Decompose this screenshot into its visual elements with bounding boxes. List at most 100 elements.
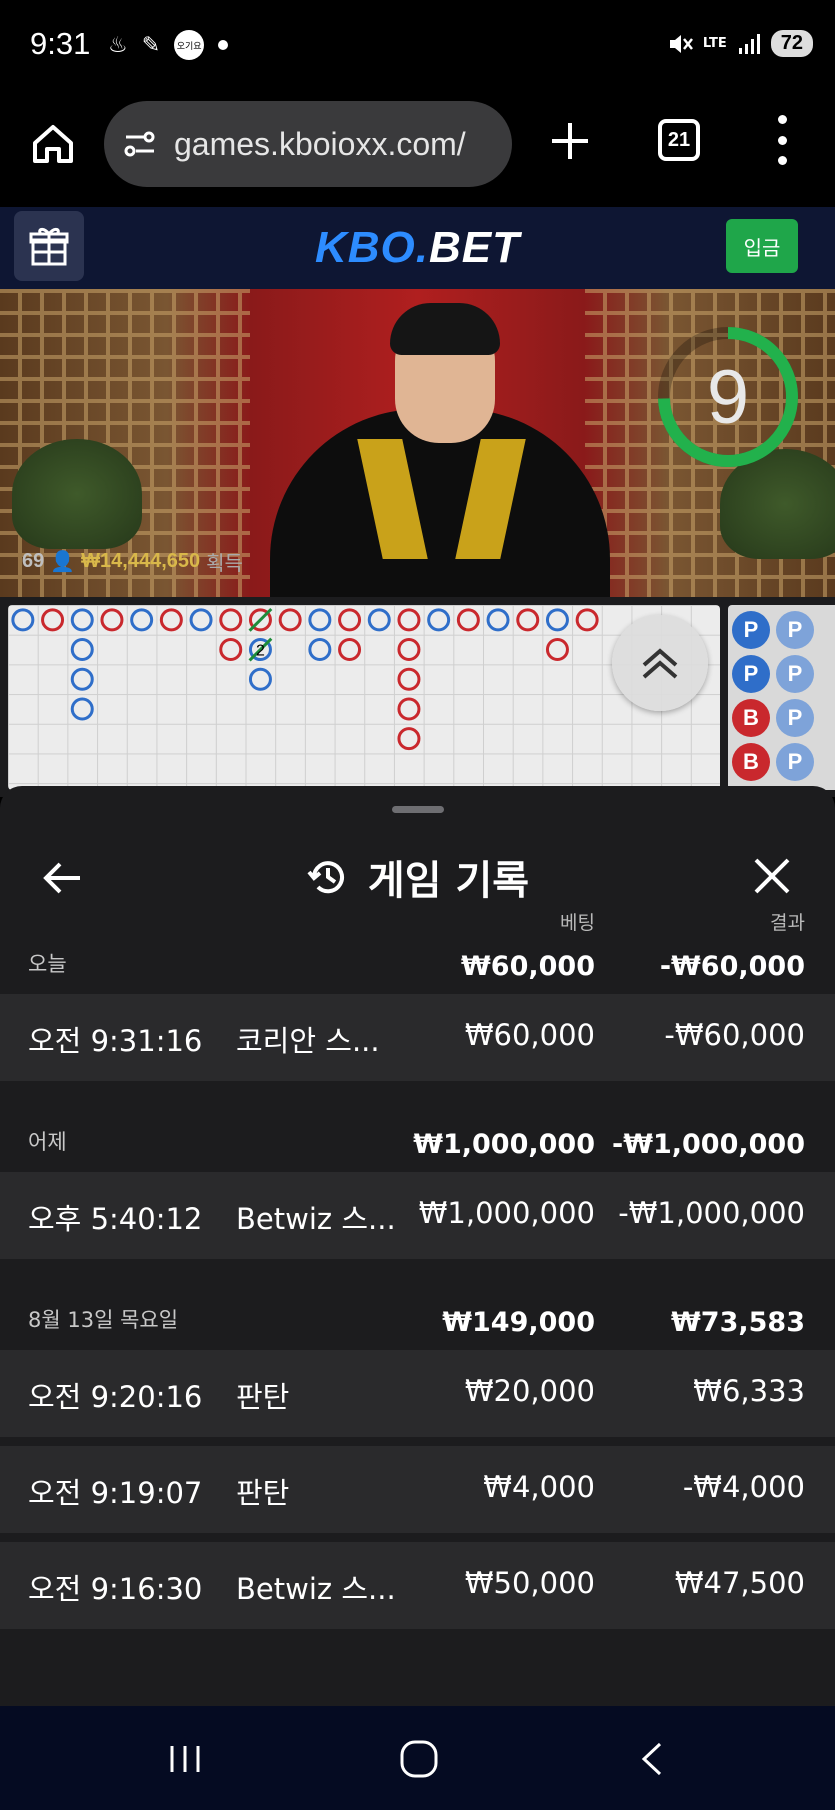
address-bar[interactable]: games.kboioxx.com/ xyxy=(104,101,512,187)
back-nav-icon[interactable] xyxy=(630,1736,676,1782)
fire-icon: ♨ xyxy=(108,32,128,58)
date-group-header: 8월 13일 목요일 ₩149,000 ₩73,583 xyxy=(0,1292,835,1342)
player-bead xyxy=(70,667,94,691)
home-nav-icon[interactable] xyxy=(396,1736,442,1782)
player-prediction: P xyxy=(732,611,770,649)
player-count: 69 xyxy=(22,550,45,572)
banker-bead xyxy=(159,608,183,632)
banker-bead xyxy=(397,727,421,751)
player-bead xyxy=(70,638,94,662)
record-result: ₩6,333 xyxy=(693,1374,805,1408)
player-bead xyxy=(486,608,510,632)
column-headers: 베팅 결과 xyxy=(0,908,835,938)
group-bet-total: ₩149,000 xyxy=(442,1307,595,1338)
group-result-total: -₩1,000,000 xyxy=(611,1129,805,1160)
banker-bead xyxy=(516,608,540,632)
history-record-row[interactable]: 오전 9:20:16 판탄 ₩20,000 ₩6,333 xyxy=(0,1350,835,1437)
banker-bead xyxy=(338,638,362,662)
banker-bead xyxy=(100,608,124,632)
banker-bead xyxy=(397,697,421,721)
history-record-row[interactable]: 오전 9:19:07 판탄 ₩4,000 -₩4,000 xyxy=(0,1446,835,1533)
status-time: 9:31 xyxy=(30,26,91,61)
big-road: 2 xyxy=(11,607,599,751)
record-bet: ₩1,000,000 xyxy=(418,1196,595,1230)
record-game: Betwiz 스... xyxy=(236,1572,396,1606)
prediction-column: PPPPBPBP xyxy=(728,605,835,790)
deposit-button[interactable]: 입금 xyxy=(726,219,798,273)
collapse-roadmap-button[interactable] xyxy=(612,615,708,711)
banker-prediction: B xyxy=(732,743,770,781)
recent-apps-icon[interactable] xyxy=(162,1736,208,1782)
player-prediction: P xyxy=(776,743,814,781)
player-bead xyxy=(308,638,332,662)
tie-count: 2 xyxy=(256,643,265,660)
date-group-header: 오늘 ₩60,000 -₩60,000 xyxy=(0,936,835,986)
player-bead xyxy=(130,608,154,632)
group-date-label: 어제 xyxy=(28,1130,67,1154)
system-nav-bar xyxy=(0,1706,835,1810)
close-icon[interactable] xyxy=(752,856,792,896)
group-result-total: ₩73,583 xyxy=(671,1307,805,1338)
player-bead xyxy=(248,667,272,691)
sheet-drag-handle[interactable] xyxy=(392,806,444,813)
group-date-label: 오늘 xyxy=(28,952,67,976)
record-result: -₩4,000 xyxy=(682,1470,805,1504)
history-icon xyxy=(307,861,344,894)
battery-icon: 72 xyxy=(770,30,813,57)
player-prediction: P xyxy=(732,655,770,693)
group-bet-total: ₩1,000,000 xyxy=(413,1129,595,1160)
player-bead xyxy=(11,608,35,632)
group-result-total: -₩60,000 xyxy=(659,951,805,982)
site-logo[interactable]: KBO.BET xyxy=(0,223,835,273)
history-record-row[interactable]: 오후 5:40:12 Betwiz 스... ₩1,000,000 -₩1,00… xyxy=(0,1172,835,1259)
mute-icon xyxy=(669,34,693,53)
countdown-value: 9 xyxy=(706,354,750,440)
banker-bead xyxy=(397,608,421,632)
bonsai-decor xyxy=(12,439,142,549)
site-settings-icon[interactable] xyxy=(120,124,160,164)
browser-menu-icon[interactable] xyxy=(770,115,794,165)
crown-icon: ✎ xyxy=(141,32,161,58)
tab-switcher-button[interactable]: 21 xyxy=(658,119,700,161)
player-bead xyxy=(70,608,94,632)
banker-bead xyxy=(338,608,362,632)
record-time: 오전 9:19:07 xyxy=(28,1476,203,1510)
banker-bead xyxy=(41,608,65,632)
column-header-result: 결과 xyxy=(770,912,805,934)
player-bead xyxy=(427,608,451,632)
history-record-row[interactable]: 오전 9:31:16 코리안 스... ₩60,000 -₩60,000 xyxy=(0,994,835,1081)
record-bet: ₩60,000 xyxy=(464,1018,595,1052)
app-badge-icon: 오기요 xyxy=(174,30,205,60)
record-time: 오후 5:40:12 xyxy=(28,1202,203,1236)
record-bet: ₩4,000 xyxy=(483,1470,595,1504)
home-icon[interactable] xyxy=(30,121,76,167)
banker-bead xyxy=(219,608,243,632)
record-game: Betwiz 스... xyxy=(236,1202,396,1236)
record-bet: ₩50,000 xyxy=(464,1566,595,1600)
group-bet-total: ₩60,000 xyxy=(461,951,595,982)
player-bead xyxy=(70,697,94,721)
live-stats: 69 👤 ₩14,444,650 획득 xyxy=(22,547,243,576)
banker-bead xyxy=(456,608,480,632)
win-label: 획득 xyxy=(206,553,243,575)
record-game: 판탄 xyxy=(236,1380,290,1414)
date-group-header: 어제 ₩1,000,000 -₩1,000,000 xyxy=(0,1114,835,1164)
history-record-row[interactable]: 오전 9:16:30 Betwiz 스... ₩50,000 ₩47,500 xyxy=(0,1542,835,1629)
person-icon: 👤 xyxy=(50,551,76,573)
url-text: games.kboioxx.com/ xyxy=(174,125,466,162)
site-header: KBO.BET 입금 xyxy=(0,207,835,289)
player-bead xyxy=(367,608,391,632)
signal-icon xyxy=(738,33,760,54)
group-date-label: 8월 13일 목요일 xyxy=(28,1308,179,1332)
roadmap-panel: 2 PPPPBPBP xyxy=(0,597,835,797)
banker-bead xyxy=(397,667,421,691)
status-bar: 9:31 ♨ ✎ 오기요 LTE 72 xyxy=(0,0,835,95)
record-time: 오전 9:31:16 xyxy=(28,1024,203,1058)
live-video[interactable]: 9 69 👤 ₩14,444,650 획득 xyxy=(0,289,835,597)
player-bead xyxy=(308,608,332,632)
new-tab-icon[interactable] xyxy=(548,119,592,163)
player-prediction: P xyxy=(776,655,814,693)
status-icons-left: ♨ ✎ 오기요 xyxy=(108,30,229,60)
double-chevron-up-icon xyxy=(642,648,678,679)
banker-bead xyxy=(219,638,243,662)
